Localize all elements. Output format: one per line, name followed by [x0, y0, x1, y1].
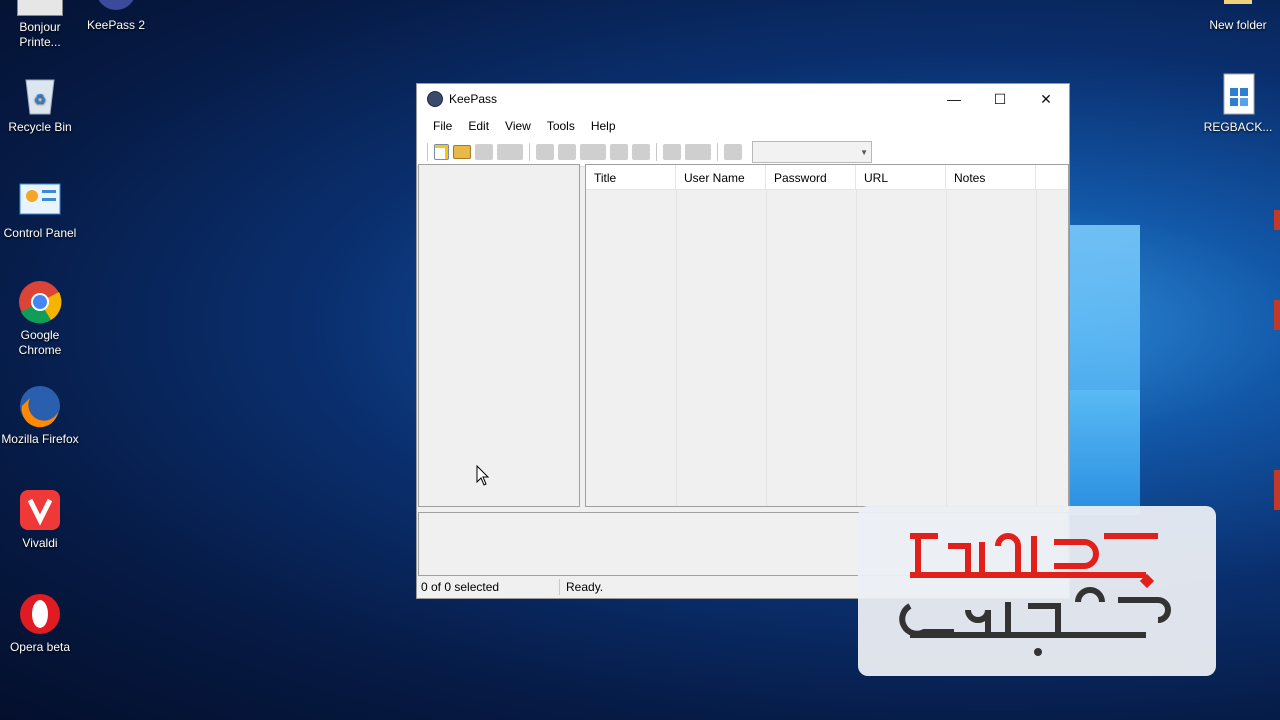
chrome-icon [18, 280, 62, 324]
desktop-icon-opera[interactable]: Opera beta [0, 592, 80, 655]
menu-bar: File Edit View Tools Help [417, 114, 1069, 138]
desktop-icon-label: KeePass 2 [86, 18, 146, 32]
desktop-icon-label: Recycle Bin [8, 120, 72, 134]
folder-icon [1216, 0, 1260, 14]
status-text: Ready. [566, 580, 604, 594]
column-password[interactable]: Password [766, 165, 856, 189]
column-divider [946, 189, 947, 506]
lock-workspace-icon [724, 144, 742, 160]
control-panel-icon [18, 178, 62, 222]
close-button[interactable]: ✕ [1023, 84, 1069, 114]
toolbar-separator [717, 143, 718, 161]
find-icon [663, 144, 681, 160]
toolbar: ▼ [417, 138, 1069, 167]
copy-username-icon [536, 144, 554, 160]
open-url-icon [580, 144, 606, 160]
copy-entry-icon [610, 144, 628, 160]
print-icon [632, 144, 650, 160]
desktop-icon-bonjour[interactable]: Bonjour Printe... [0, 0, 80, 50]
desktop-icon-recycle-bin[interactable]: ♻ Recycle Bin [0, 72, 80, 135]
toolbar-grip [427, 143, 428, 161]
entry-list[interactable]: Title User Name Password URL Notes [585, 164, 1069, 507]
window-title: KeePass [449, 92, 498, 106]
menu-help[interactable]: Help [583, 119, 624, 133]
edge-stripe [1274, 470, 1280, 510]
maximize-button[interactable]: ☐ [977, 84, 1023, 114]
title-bar[interactable]: KeePass — ☐ ✕ [417, 84, 1069, 114]
save-icon [475, 144, 493, 160]
column-username[interactable]: User Name [676, 165, 766, 189]
column-divider [856, 189, 857, 506]
desktop-icon-keepass[interactable]: KeePass 2 [76, 0, 156, 33]
column-title[interactable]: Title [586, 165, 676, 189]
windows-logo-light-lower [1068, 390, 1140, 510]
edge-stripe [1274, 210, 1280, 230]
desktop-icon-label: Bonjour Printe... [19, 20, 61, 49]
desktop-icon-regback[interactable]: REGBACK... [1198, 72, 1278, 135]
desktop-icon-firefox[interactable]: Mozilla Firefox [0, 384, 80, 447]
desktop-icon-label: REGBACK... [1203, 120, 1273, 134]
copy-password-icon [558, 144, 576, 160]
menu-edit[interactable]: Edit [460, 119, 497, 133]
new-database-icon[interactable] [434, 144, 449, 160]
menu-file[interactable]: File [425, 119, 460, 133]
desktop-icon-label: Control Panel [3, 226, 77, 240]
desktop-icon-label: Opera beta [9, 640, 71, 654]
opera-icon [18, 592, 62, 636]
add-entry-icon [497, 144, 523, 160]
regback-icon [1216, 72, 1260, 116]
desktop-icon-label: Google Chrome [18, 328, 62, 357]
svg-text:♻: ♻ [34, 91, 47, 107]
desktop-icon-new-folder[interactable]: New folder [1198, 0, 1278, 33]
menu-view[interactable]: View [497, 119, 539, 133]
toolbar-separator [529, 143, 530, 161]
recycle-bin-icon: ♻ [18, 72, 62, 116]
vivaldi-icon [18, 488, 62, 532]
open-database-icon[interactable] [453, 145, 471, 159]
bonjour-printer-icon [17, 0, 63, 16]
chevron-down-icon: ▼ [860, 148, 868, 157]
quick-search-box[interactable]: ▼ [752, 141, 872, 163]
group-tree-panel[interactable] [418, 164, 580, 507]
column-divider [1036, 189, 1037, 506]
toolbar-separator [656, 143, 657, 161]
desktop-icon-vivaldi[interactable]: Vivaldi [0, 488, 80, 551]
column-url[interactable]: URL [856, 165, 946, 189]
firefox-icon [18, 384, 62, 428]
column-divider [676, 189, 677, 506]
column-header-row: Title User Name Password URL Notes [586, 165, 1068, 190]
column-notes[interactable]: Notes [946, 165, 1036, 189]
watermark-logo-art [899, 533, 1171, 656]
minimize-button[interactable]: — [931, 84, 977, 114]
show-entries-icon [685, 144, 711, 160]
mouse-cursor-icon [476, 465, 490, 486]
edge-stripe [1274, 300, 1280, 330]
keepass-lock-icon [427, 91, 443, 107]
desktop-icon-label: New folder [1209, 18, 1267, 32]
column-divider [766, 189, 767, 506]
menu-tools[interactable]: Tools [539, 119, 583, 133]
desktop-icon-control-panel[interactable]: Control Panel [0, 178, 80, 241]
desktop-icon-label: Mozilla Firefox [1, 432, 79, 446]
selection-count: 0 of 0 selected [417, 579, 560, 595]
watermark-logo [858, 506, 1216, 676]
keepass-icon [94, 0, 138, 14]
desktop-icon-chrome[interactable]: Google Chrome [0, 280, 80, 358]
desktop-icon-label: Vivaldi [22, 536, 58, 550]
